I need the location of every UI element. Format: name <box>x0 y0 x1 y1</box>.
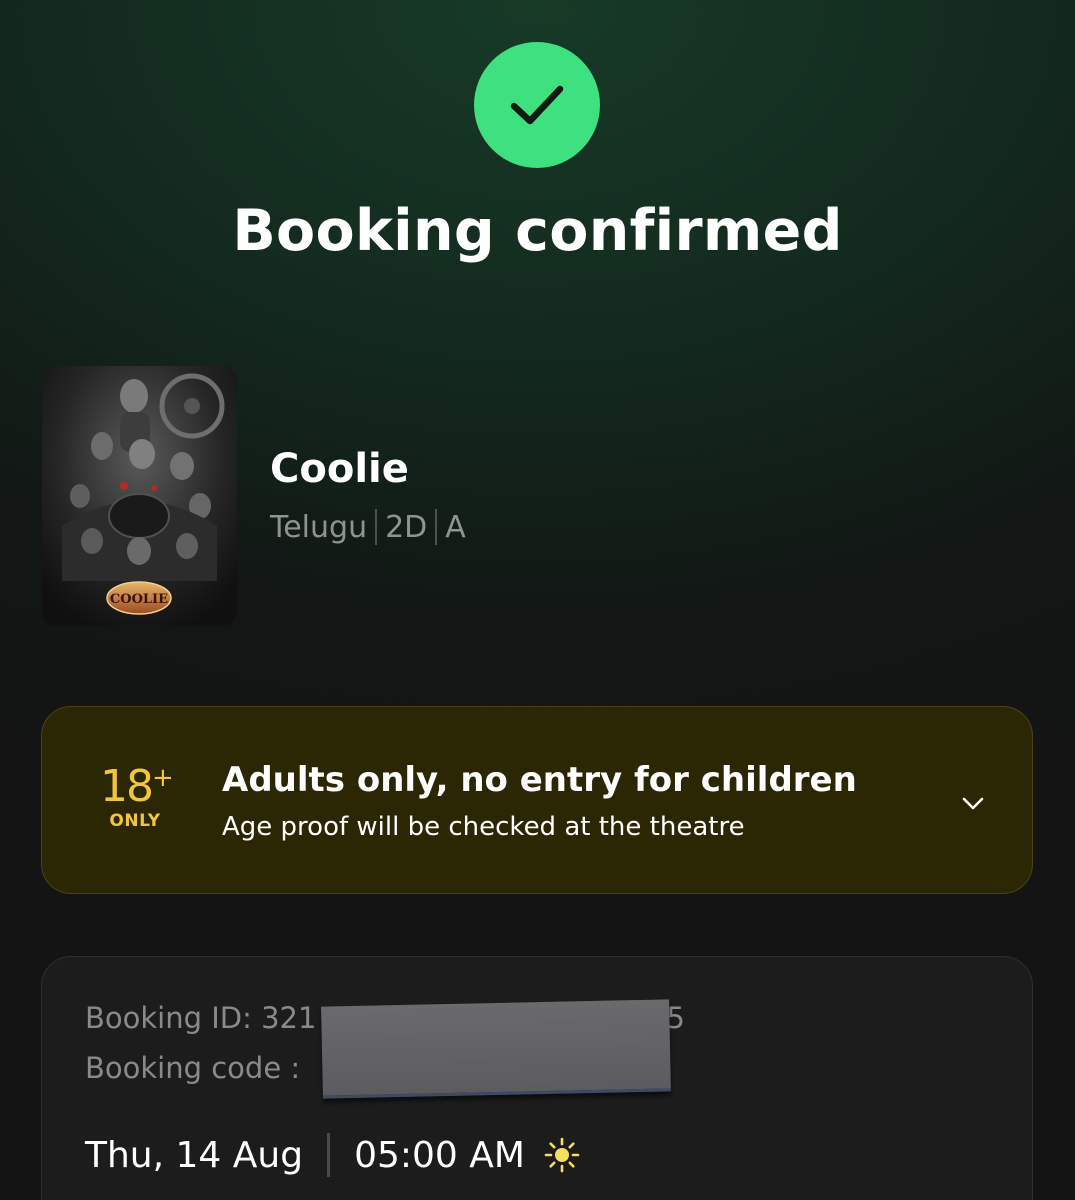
booking-id-label: Booking ID: 321 <box>85 1001 317 1035</box>
movie-format: 2D <box>385 509 428 545</box>
movie-meta: Telugu 2D A <box>270 509 466 545</box>
show-time: 05:00 AM <box>354 1134 525 1176</box>
sun-icon <box>543 1136 581 1174</box>
age-18-badge-icon: 18+ ONLY <box>100 763 174 832</box>
movie-rating: A <box>445 509 466 545</box>
showtime-row: Thu, 14 Aug 05:00 AM <box>85 1133 581 1177</box>
meta-divider <box>375 509 378 545</box>
movie-poster[interactable]: COOLIE <box>42 366 237 626</box>
age-restriction-banner[interactable]: 18+ ONLY Adults only, no entry for child… <box>41 706 1033 894</box>
showtime-divider <box>327 1133 331 1177</box>
age-badge-number: 18 <box>100 761 154 812</box>
age-warning-subtitle: Age proof will be checked at the theatre <box>222 812 745 842</box>
success-check-icon <box>474 42 600 168</box>
meta-divider <box>435 509 438 545</box>
booking-code-label: Booking code : <box>85 1051 301 1085</box>
age-warning-title: Adults only, no entry for children <box>222 760 857 800</box>
age-badge-label: ONLY <box>109 811 161 831</box>
show-date: Thu, 14 Aug <box>85 1134 304 1176</box>
chevron-down-icon[interactable] <box>958 789 988 823</box>
page-title: Booking confirmed <box>232 198 843 264</box>
poster-logo: COOLIE <box>110 592 168 607</box>
booking-details-card: Booking ID: 321 5 Booking code : Thu, 14 … <box>41 956 1033 1200</box>
age-badge-plus: + <box>152 763 174 793</box>
movie-language: Telugu <box>270 509 368 545</box>
movie-title: Coolie <box>270 446 409 492</box>
redaction-overlay <box>321 999 671 1099</box>
